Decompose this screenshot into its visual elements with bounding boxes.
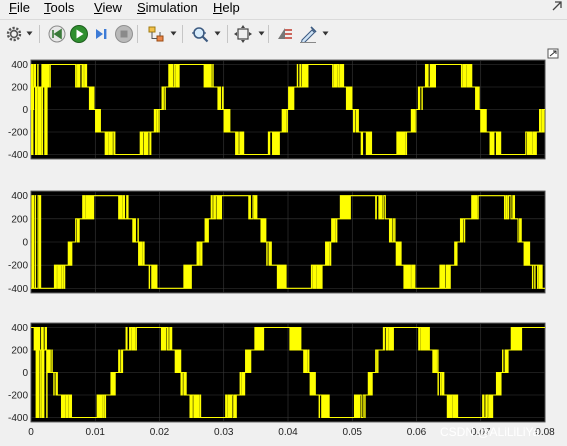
menu-mnemonic: H — [213, 0, 223, 15]
menu-file[interactable]: File — [9, 0, 30, 18]
y-tick-label: -200 — [8, 261, 28, 272]
scope-axes-3[interactable]: 4002000-200-4000 0.01 0.02 0.03 0.04 0.05 0.06… — [8, 322, 555, 438]
x-tick-label: 0 — [28, 427, 34, 438]
menu-label: ools — [50, 0, 75, 15]
cursor-measurements-icon — [278, 28, 292, 39]
menu-label: ile — [16, 0, 30, 15]
x-tick-label: 0.05 — [343, 427, 363, 438]
x-tick-label: 0.06 — [407, 427, 427, 438]
menu-mnemonic: F — [9, 0, 17, 15]
scope-axes-2[interactable]: 400 200 0 -200 -400 — [8, 190, 546, 295]
toolbar-separator — [227, 25, 228, 43]
cursor-measurements-button[interactable] — [275, 24, 295, 44]
chevron-down-icon[interactable] — [26, 28, 33, 38]
menu-view[interactable]: View — [94, 0, 122, 18]
menu-label: elp — [222, 0, 240, 15]
menu-bar: File Tools View Simulation Help — [0, 0, 567, 18]
y-tick-label: 400 — [11, 323, 28, 334]
y-tick-label: -200 — [8, 128, 28, 139]
step-back-icon — [48, 25, 66, 43]
scope-axes-1[interactable]: 400 200 0 -200 -400 — [8, 59, 546, 161]
toolbar-separator — [137, 25, 138, 43]
run-button[interactable] — [69, 24, 89, 44]
toolbar-separator — [268, 25, 269, 43]
step-forward-icon — [96, 29, 107, 39]
y-tick-label: -200 — [8, 391, 28, 402]
settings-icon — [6, 26, 22, 42]
stop-icon — [115, 25, 133, 43]
x-tick-label: 0.04 — [278, 427, 298, 438]
x-tick-label: 0.02 — [150, 427, 170, 438]
scope-plots: 400 200 0 -200 -400 400 200 0 -200 -400 400 200 0 -20… — [0, 48, 567, 439]
y-tick-label: 0 — [22, 105, 28, 116]
step-forward-button[interactable] — [91, 24, 111, 44]
fit-to-view-icon — [234, 25, 252, 43]
step-back-button[interactable] — [47, 24, 67, 44]
chevron-down-icon[interactable] — [258, 28, 265, 38]
menu-simulation[interactable]: Simulation — [137, 0, 198, 18]
zoom-button[interactable] — [190, 24, 210, 44]
y-tick-label: -400 — [8, 284, 28, 295]
menu-mnemonic: S — [137, 0, 146, 15]
restore-window-icon[interactable] — [551, 0, 563, 15]
undock-icon[interactable] — [547, 48, 559, 59]
x-tick-label: 0.03 — [214, 427, 234, 438]
y-tick-label: 200 — [11, 83, 28, 94]
chevron-down-icon[interactable] — [214, 28, 221, 38]
zoom-icon — [192, 27, 209, 43]
y-tick-label: 400 — [11, 60, 28, 71]
y-tick-label: 0 — [22, 238, 28, 249]
fit-to-view-button[interactable] — [233, 24, 253, 44]
y-tick-label: 0 — [22, 368, 28, 379]
run-icon — [70, 25, 88, 43]
toolbar — [0, 19, 567, 49]
y-tick-label: -400 — [8, 150, 28, 161]
menu-label: imulation — [145, 0, 198, 15]
y-tick-label: -400 — [8, 413, 28, 424]
toolbar-separator — [39, 25, 40, 43]
stop-button[interactable] — [114, 24, 134, 44]
y-tick-label: 200 — [11, 214, 28, 225]
highlight-block-button[interactable] — [146, 24, 166, 44]
style-button[interactable] — [298, 24, 318, 44]
chevron-down-icon[interactable] — [322, 28, 329, 38]
scope-header-strip — [0, 48, 567, 54]
menu-help[interactable]: Help — [213, 0, 240, 18]
menu-label: iew — [102, 0, 122, 15]
scope-canvas: 400 200 0 -200 -400 400 200 0 -200 -400 400 200 0 -20… — [0, 48, 567, 446]
settings-button[interactable] — [4, 24, 24, 44]
toolbar-separator — [182, 25, 183, 43]
y-tick-label: 400 — [11, 191, 28, 202]
x-tick-label: 0.01 — [86, 427, 106, 438]
highlight-block-icon — [148, 26, 164, 42]
chevron-down-icon[interactable] — [170, 28, 177, 38]
y-tick-label: 200 — [11, 346, 28, 357]
menu-tools[interactable]: Tools — [44, 0, 74, 18]
style-icon — [300, 26, 317, 43]
watermark: CSDN @ALiLiLiYa — [440, 425, 540, 439]
